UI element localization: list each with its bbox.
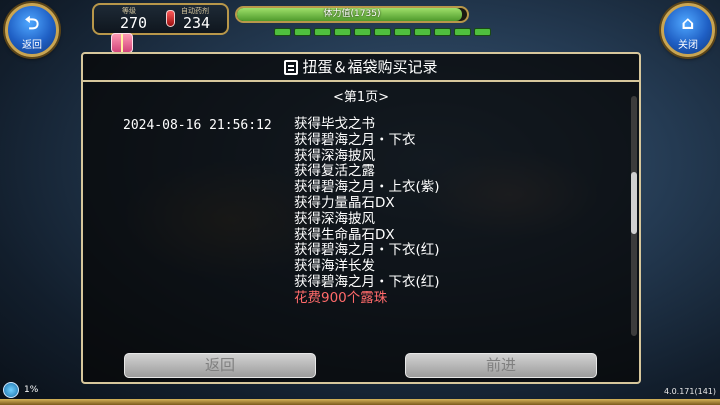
dialog-title: 扭蛋＆福袋购买记录 <box>83 54 639 80</box>
player-stats-panel: 等级 270 自动药剂 234 <box>92 3 229 35</box>
stamina-segment <box>354 28 371 36</box>
stamina-label: 体力值(1735) <box>323 9 381 19</box>
stamina-segment <box>454 28 471 36</box>
stamina-bar: 体力值(1735) <box>235 6 469 23</box>
purchase-history-dialog: 扭蛋＆福袋购买记录 <第1页> 2024-08-16 21:56:12 获得毕戈… <box>81 52 641 384</box>
divider <box>83 80 639 82</box>
battery-level: 1% <box>24 385 39 395</box>
record-item: 获得碧海之月・下衣 <box>294 131 416 148</box>
scrollbar[interactable] <box>631 96 637 336</box>
back-button-label: 返回 <box>22 40 42 51</box>
stamina-segment <box>414 28 431 36</box>
stamina-segment <box>334 28 351 36</box>
network-status-icon <box>3 382 19 398</box>
record-item-list: 获得毕戈之书 获得碧海之月・下衣 获得深海披风 获得复活之露 获得碧海之月・上衣(紫) 获… <box>294 116 440 307</box>
document-icon <box>284 60 299 75</box>
scrollbar-thumb[interactable] <box>631 172 637 234</box>
record-item: 获得碧海之月・上衣(紫) <box>294 179 440 196</box>
stamina-segments <box>274 28 491 36</box>
page-indicator: <第1页> <box>332 90 390 105</box>
home-icon: ⌂ <box>681 13 695 34</box>
record-timestamp: 2024-08-16 21:56:12 <box>123 118 272 133</box>
stamina-segment <box>394 28 411 36</box>
stamina-segment <box>314 28 331 36</box>
stamina-segment <box>434 28 451 36</box>
record-item: 获得碧海之月・下衣(红) <box>294 273 440 290</box>
record-item: 获得毕戈之书 <box>294 116 375 132</box>
record-item: 获得碧海之月・下衣(红) <box>294 242 440 259</box>
record-item: 获得生命晶石DX <box>294 226 395 243</box>
level-value: 270 <box>120 14 148 32</box>
dialog-title-text: 扭蛋＆福袋购买记录 <box>302 58 438 76</box>
potion-icon <box>166 10 175 27</box>
stamina-segment <box>294 28 311 36</box>
record-item: 获得复活之露 <box>294 163 375 180</box>
back-arrow-icon: ⮌ <box>24 13 40 34</box>
back-page-button[interactable]: 返回 <box>124 353 316 378</box>
version-label: 4.0.171(141) <box>663 387 716 396</box>
close-button-label: 关闭 <box>678 40 698 51</box>
potion-value: 234 <box>183 14 211 32</box>
stamina-segment <box>374 28 391 36</box>
record-cost: 花费900个露珠 <box>294 289 388 306</box>
bottom-frame <box>0 399 720 405</box>
record-item: 获得力量晶石DX <box>294 194 395 211</box>
forward-page-button[interactable]: 前进 <box>405 353 597 378</box>
close-button[interactable]: ⌂ 关闭 <box>661 3 715 57</box>
stamina-segment <box>274 28 291 36</box>
back-button[interactable]: ⮌ 返回 <box>5 3 59 57</box>
record-item: 获得海洋长发 <box>294 258 375 275</box>
stamina-segment <box>474 28 491 36</box>
record-item: 获得深海披风 <box>294 210 375 227</box>
gift-icon[interactable] <box>111 33 133 53</box>
